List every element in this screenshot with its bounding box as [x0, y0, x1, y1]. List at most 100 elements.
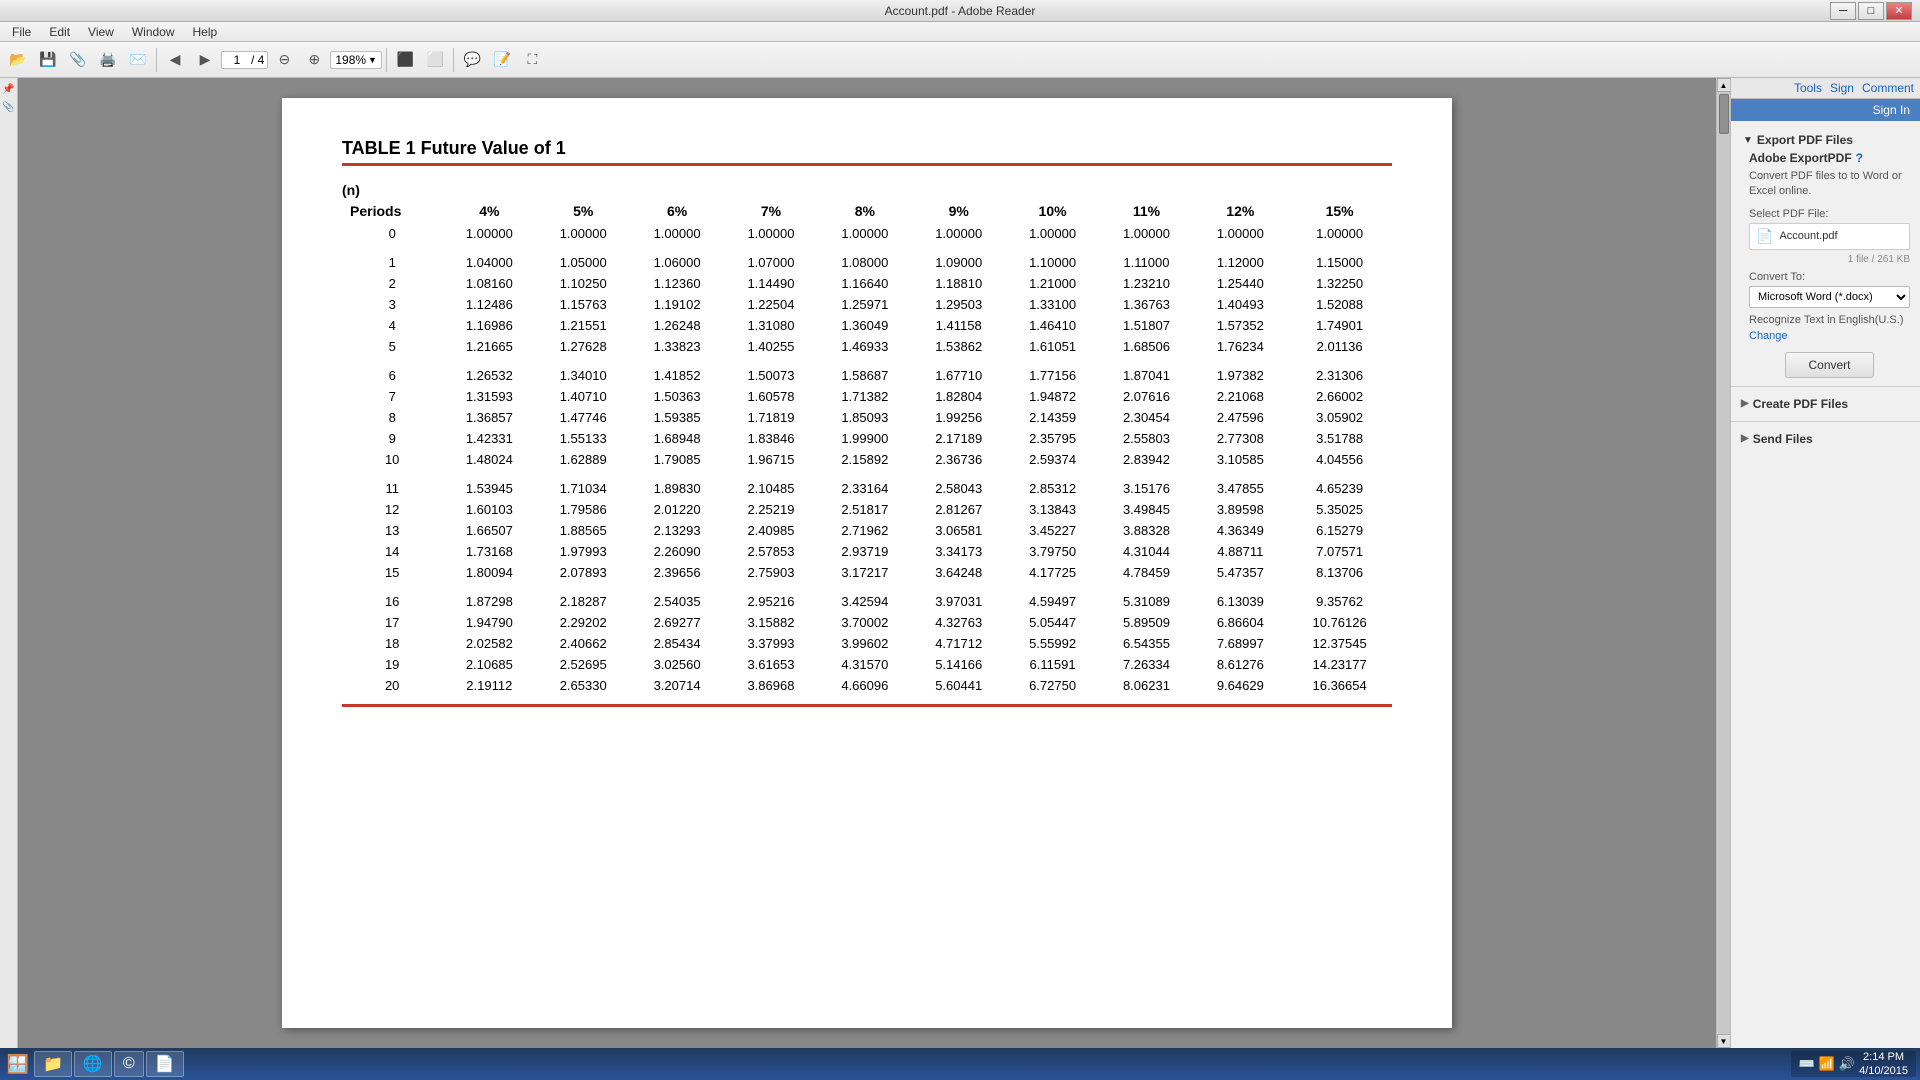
table-cell: 2.19112 — [442, 675, 536, 696]
taskbar-ie[interactable]: 🌐 — [74, 1051, 112, 1077]
table-cell: 2.39656 — [630, 562, 724, 583]
open-button[interactable]: 📂 — [4, 46, 32, 74]
email-button[interactable]: ✉️ — [124, 46, 152, 74]
red-line-bottom — [342, 704, 1392, 707]
menu-view[interactable]: View — [80, 23, 122, 41]
col-header-11: 11% — [1100, 200, 1194, 223]
sign-tab[interactable]: Sign — [1830, 81, 1854, 95]
markup-button[interactable]: 📝 — [488, 46, 516, 74]
table-cell: 4.31570 — [818, 654, 912, 675]
table-cell: 2.14359 — [1006, 407, 1100, 428]
page-control: / 4 — [221, 51, 268, 69]
taskbar-app3[interactable]: © — [114, 1051, 144, 1077]
export-section-title[interactable]: ▼ Export PDF Files — [1741, 129, 1910, 151]
prev-page-button[interactable]: ◀ — [161, 46, 189, 74]
table-cell: 5.14166 — [912, 654, 1006, 675]
table-cell: 1.61051 — [1006, 336, 1100, 357]
tools-tab[interactable]: Tools — [1794, 81, 1822, 95]
menu-edit[interactable]: Edit — [41, 23, 78, 41]
scroll-up-button[interactable]: ▲ — [1717, 78, 1731, 92]
table-cell: 7.07571 — [1287, 541, 1392, 562]
export-pdf-section: ▼ Export PDF Files Adobe ExportPDF ? Con… — [1731, 121, 1920, 386]
send-section-label: Send Files — [1753, 432, 1813, 446]
menu-window[interactable]: Window — [124, 23, 183, 41]
table-row: 71.315931.407101.503631.605781.713821.82… — [342, 386, 1392, 407]
table-cell: 2.69277 — [630, 612, 724, 633]
change-link[interactable]: Change — [1749, 330, 1788, 342]
col-header-7: 7% — [724, 200, 818, 223]
table-cell: 7 — [342, 386, 442, 407]
table-cell: 1.74901 — [1287, 315, 1392, 336]
table-cell: 3.17217 — [818, 562, 912, 583]
clock-date: 4/10/2015 — [1859, 1064, 1908, 1078]
taskbar-explorer[interactable]: 📁 — [34, 1051, 72, 1077]
print-button[interactable]: 🖨️ — [94, 46, 122, 74]
table-cell: 1.77156 — [1006, 365, 1100, 386]
zoom-dropdown-icon[interactable]: ▼ — [368, 55, 377, 65]
taskbar-adobe[interactable]: 📄 — [146, 1051, 184, 1077]
menu-file[interactable]: File — [4, 23, 39, 41]
table-cell: 3.10585 — [1193, 449, 1287, 470]
table-cell: 1.68948 — [630, 428, 724, 449]
table-cell: 10 — [342, 449, 442, 470]
minimize-button[interactable]: ─ — [1830, 2, 1856, 20]
table-cell: 2.10485 — [724, 478, 818, 499]
table-cell: 1.00000 — [1100, 223, 1194, 245]
table-cell: 1.00000 — [536, 223, 630, 245]
select-file-label: Select PDF File: — [1749, 208, 1910, 220]
pdf-viewer[interactable]: TABLE 1 Future Value of 1 (n) Periods 4%… — [18, 78, 1716, 1048]
create-section-row[interactable]: ▶ Create PDF Files — [1741, 393, 1910, 415]
comment-button[interactable]: 💬 — [458, 46, 486, 74]
menu-help[interactable]: Help — [185, 23, 226, 41]
scroll-thumb[interactable] — [1719, 94, 1729, 134]
close-button[interactable]: ✕ — [1886, 2, 1912, 20]
page-input[interactable] — [225, 53, 249, 67]
fullscreen-button[interactable]: ⛶ — [518, 46, 546, 74]
pdf-file-icon: 📄 — [1756, 228, 1773, 245]
zoom-out-button[interactable]: ⊖ — [270, 46, 298, 74]
start-button[interactable]: 🪟 — [4, 1051, 32, 1077]
table-cell: 1.55133 — [536, 428, 630, 449]
spacer-row — [342, 470, 1392, 478]
left-icon-2[interactable]: 📎 — [2, 100, 16, 114]
table-cell: 4.66096 — [818, 675, 912, 696]
attach-button[interactable]: 📎 — [64, 46, 92, 74]
table-cell: 1.09000 — [912, 252, 1006, 273]
maximize-button[interactable]: □ — [1858, 2, 1884, 20]
title-bar: Account.pdf - Adobe Reader ─ □ ✕ — [0, 0, 1920, 22]
ie-icon: 🌐 — [83, 1054, 103, 1074]
table-cell: 1.89830 — [630, 478, 724, 499]
table-cell: 3.47855 — [1193, 478, 1287, 499]
sign-in-button[interactable]: Sign In — [1873, 103, 1910, 117]
table-cell: 4.59497 — [1006, 591, 1100, 612]
left-icon-1[interactable]: 📌 — [2, 82, 16, 96]
red-line-top — [342, 163, 1392, 166]
table-cell: 3.70002 — [818, 612, 912, 633]
save-button[interactable]: 💾 — [34, 46, 62, 74]
convert-to-select[interactable]: Microsoft Word (*.docx) — [1749, 286, 1910, 308]
table-cell: 1.36857 — [442, 407, 536, 428]
table-cell: 1.16640 — [818, 273, 912, 294]
table-cell: 1.99256 — [912, 407, 1006, 428]
scroll-down-button[interactable]: ▼ — [1717, 1034, 1731, 1048]
fit-width-button[interactable]: ⬜ — [421, 46, 449, 74]
send-section-row[interactable]: ▶ Send Files — [1741, 428, 1910, 450]
table-cell: 3.20714 — [630, 675, 724, 696]
table-cell: 6.72750 — [1006, 675, 1100, 696]
table-cell: 4.88711 — [1193, 541, 1287, 562]
convert-button[interactable]: Convert — [1785, 352, 1873, 378]
table-cell: 5 — [342, 336, 442, 357]
table-cell: 3.05902 — [1287, 407, 1392, 428]
table-cell: 1.00000 — [1193, 223, 1287, 245]
table-cell: 1.67710 — [912, 365, 1006, 386]
title-bar-text: Account.pdf - Adobe Reader — [885, 4, 1036, 18]
fit-page-button[interactable]: ⬛ — [391, 46, 419, 74]
zoom-in-button[interactable]: ⊕ — [300, 46, 328, 74]
table-cell: 1.47746 — [536, 407, 630, 428]
comment-tab[interactable]: Comment — [1862, 81, 1914, 95]
next-page-button[interactable]: ▶ — [191, 46, 219, 74]
help-icon[interactable]: ? — [1856, 151, 1863, 165]
recognize-text: Recognize Text in English(U.S.) — [1749, 314, 1910, 326]
table-cell: 16 — [342, 591, 442, 612]
table-cell: 3.64248 — [912, 562, 1006, 583]
